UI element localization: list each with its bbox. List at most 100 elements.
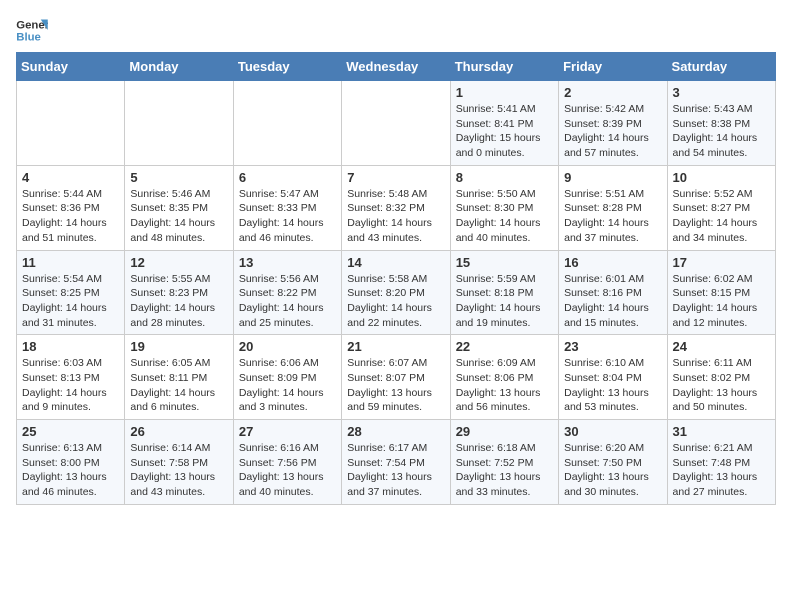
weekday-header-monday: Monday [125, 53, 233, 81]
day-info: Sunrise: 6:09 AMSunset: 8:06 PMDaylight:… [456, 356, 553, 415]
day-number: 2 [564, 85, 661, 100]
day-info: Sunrise: 5:54 AMSunset: 8:25 PMDaylight:… [22, 272, 119, 331]
day-info: Sunrise: 6:11 AMSunset: 8:02 PMDaylight:… [673, 356, 770, 415]
day-number: 22 [456, 339, 553, 354]
weekday-header-tuesday: Tuesday [233, 53, 341, 81]
day-number: 30 [564, 424, 661, 439]
calendar-cell: 17Sunrise: 6:02 AMSunset: 8:15 PMDayligh… [667, 250, 775, 335]
svg-text:Blue: Blue [16, 32, 41, 44]
day-number: 14 [347, 255, 444, 270]
calendar-table: SundayMondayTuesdayWednesdayThursdayFrid… [16, 52, 776, 505]
day-info: Sunrise: 5:47 AMSunset: 8:33 PMDaylight:… [239, 187, 336, 246]
day-number: 13 [239, 255, 336, 270]
day-number: 27 [239, 424, 336, 439]
calendar-cell: 11 Sunrise: 5:54 AMSunset: 8:25 PMDayligh… [17, 250, 125, 335]
day-number: 12 [130, 255, 227, 270]
calendar-cell: 22 Sunrise: 6:09 AMSunset: 8:06 PMDayligh… [450, 335, 558, 420]
day-number: 28 [347, 424, 444, 439]
day-number: 18 [22, 339, 119, 354]
calendar-cell: 4 Sunrise: 5:44 AMSunset: 8:36 PMDaylight… [17, 165, 125, 250]
calendar-week-2: 4 Sunrise: 5:44 AMSunset: 8:36 PMDaylight… [17, 165, 776, 250]
calendar-body: 1 Sunrise: 5:41 AMSunset: 8:41 PMDaylight… [17, 81, 776, 505]
calendar-cell: 31 Sunrise: 6:21 AMSunset: 7:48 PMDayligh… [667, 420, 775, 505]
day-number: 26 [130, 424, 227, 439]
calendar-cell: 8 Sunrise: 5:50 AMSunset: 8:30 PMDaylight… [450, 165, 558, 250]
calendar-cell: 9Sunrise: 5:51 AMSunset: 8:28 PMDaylight… [559, 165, 667, 250]
day-number: 10 [673, 170, 770, 185]
day-info: Sunrise: 6:07 AMSunset: 8:07 PMDaylight:… [347, 356, 444, 415]
day-info: Sunrise: 6:20 AMSunset: 7:50 PMDaylight:… [564, 441, 661, 500]
day-info: Sunrise: 6:03 AMSunset: 8:13 PMDaylight:… [22, 356, 119, 415]
day-info: Sunrise: 6:01 AMSunset: 8:16 PMDaylight:… [564, 272, 661, 331]
day-info: Sunrise: 6:10 AMSunset: 8:04 PMDaylight:… [564, 356, 661, 415]
day-number: 20 [239, 339, 336, 354]
day-info: Sunrise: 5:59 AMSunset: 8:18 PMDaylight:… [456, 272, 553, 331]
day-info: Sunrise: 5:58 AMSunset: 8:20 PMDaylight:… [347, 272, 444, 331]
calendar-week-1: 1 Sunrise: 5:41 AMSunset: 8:41 PMDaylight… [17, 81, 776, 166]
day-number: 31 [673, 424, 770, 439]
calendar-cell: 18 Sunrise: 6:03 AMSunset: 8:13 PMDayligh… [17, 335, 125, 420]
day-number: 1 [456, 85, 553, 100]
day-number: 3 [673, 85, 770, 100]
day-info: Sunrise: 5:46 AMSunset: 8:35 PMDaylight:… [130, 187, 227, 246]
logo-icon: General Blue [16, 16, 48, 44]
calendar-cell [342, 81, 450, 166]
calendar-week-5: 25 Sunrise: 6:13 AMSunset: 8:00 PMDayligh… [17, 420, 776, 505]
day-number: 9 [564, 170, 661, 185]
calendar-cell: 10 Sunrise: 5:52 AMSunset: 8:27 PMDayligh… [667, 165, 775, 250]
calendar-week-3: 11 Sunrise: 5:54 AMSunset: 8:25 PMDayligh… [17, 250, 776, 335]
calendar-header: SundayMondayTuesdayWednesdayThursdayFrid… [17, 53, 776, 81]
day-info: Sunrise: 5:42 AMSunset: 8:39 PMDaylight:… [564, 102, 661, 161]
calendar-cell: 5 Sunrise: 5:46 AMSunset: 8:35 PMDaylight… [125, 165, 233, 250]
calendar-cell: 1 Sunrise: 5:41 AMSunset: 8:41 PMDaylight… [450, 81, 558, 166]
calendar-cell: 16Sunrise: 6:01 AMSunset: 8:16 PMDayligh… [559, 250, 667, 335]
calendar-cell: 23Sunrise: 6:10 AMSunset: 8:04 PMDayligh… [559, 335, 667, 420]
calendar-cell: 19Sunrise: 6:05 AMSunset: 8:11 PMDayligh… [125, 335, 233, 420]
calendar-cell [17, 81, 125, 166]
calendar-cell: 6 Sunrise: 5:47 AMSunset: 8:33 PMDaylight… [233, 165, 341, 250]
day-number: 25 [22, 424, 119, 439]
day-info: Sunrise: 6:14 AMSunset: 7:58 PMDaylight:… [130, 441, 227, 500]
calendar-cell: 14 Sunrise: 5:58 AMSunset: 8:20 PMDayligh… [342, 250, 450, 335]
calendar-week-4: 18 Sunrise: 6:03 AMSunset: 8:13 PMDayligh… [17, 335, 776, 420]
day-info: Sunrise: 6:16 AMSunset: 7:56 PMDaylight:… [239, 441, 336, 500]
day-number: 7 [347, 170, 444, 185]
weekday-header-friday: Friday [559, 53, 667, 81]
calendar-cell: 28Sunrise: 6:17 AMSunset: 7:54 PMDayligh… [342, 420, 450, 505]
weekday-header-row: SundayMondayTuesdayWednesdayThursdayFrid… [17, 53, 776, 81]
day-number: 21 [347, 339, 444, 354]
day-number: 15 [456, 255, 553, 270]
day-number: 4 [22, 170, 119, 185]
day-info: Sunrise: 5:52 AMSunset: 8:27 PMDaylight:… [673, 187, 770, 246]
calendar-cell: 26 Sunrise: 6:14 AMSunset: 7:58 PMDayligh… [125, 420, 233, 505]
calendar-cell: 12 Sunrise: 5:55 AMSunset: 8:23 PMDayligh… [125, 250, 233, 335]
day-number: 19 [130, 339, 227, 354]
calendar-cell: 25 Sunrise: 6:13 AMSunset: 8:00 PMDayligh… [17, 420, 125, 505]
page-header: General Blue [16, 16, 776, 44]
day-info: Sunrise: 6:18 AMSunset: 7:52 PMDaylight:… [456, 441, 553, 500]
calendar-cell [233, 81, 341, 166]
calendar-cell: 2 Sunrise: 5:42 AMSunset: 8:39 PMDaylight… [559, 81, 667, 166]
day-info: Sunrise: 5:50 AMSunset: 8:30 PMDaylight:… [456, 187, 553, 246]
day-number: 6 [239, 170, 336, 185]
calendar-cell: 29Sunrise: 6:18 AMSunset: 7:52 PMDayligh… [450, 420, 558, 505]
day-number: 11 [22, 255, 119, 270]
calendar-cell: 27 Sunrise: 6:16 AMSunset: 7:56 PMDayligh… [233, 420, 341, 505]
weekday-header-thursday: Thursday [450, 53, 558, 81]
day-info: Sunrise: 6:02 AMSunset: 8:15 PMDaylight:… [673, 272, 770, 331]
day-info: Sunrise: 5:41 AMSunset: 8:41 PMDaylight:… [456, 102, 553, 161]
logo: General Blue [16, 16, 52, 44]
calendar-cell: 15 Sunrise: 5:59 AMSunset: 8:18 PMDayligh… [450, 250, 558, 335]
day-info: Sunrise: 5:44 AMSunset: 8:36 PMDaylight:… [22, 187, 119, 246]
calendar-cell: 30 Sunrise: 6:20 AMSunset: 7:50 PMDayligh… [559, 420, 667, 505]
day-info: Sunrise: 5:43 AMSunset: 8:38 PMDaylight:… [673, 102, 770, 161]
day-number: 8 [456, 170, 553, 185]
day-number: 5 [130, 170, 227, 185]
day-info: Sunrise: 5:55 AMSunset: 8:23 PMDaylight:… [130, 272, 227, 331]
day-info: Sunrise: 5:48 AMSunset: 8:32 PMDaylight:… [347, 187, 444, 246]
weekday-header-saturday: Saturday [667, 53, 775, 81]
day-info: Sunrise: 6:21 AMSunset: 7:48 PMDaylight:… [673, 441, 770, 500]
calendar-cell: 21 Sunrise: 6:07 AMSunset: 8:07 PMDayligh… [342, 335, 450, 420]
calendar-cell: 13Sunrise: 5:56 AMSunset: 8:22 PMDayligh… [233, 250, 341, 335]
day-info: Sunrise: 6:13 AMSunset: 8:00 PMDaylight:… [22, 441, 119, 500]
